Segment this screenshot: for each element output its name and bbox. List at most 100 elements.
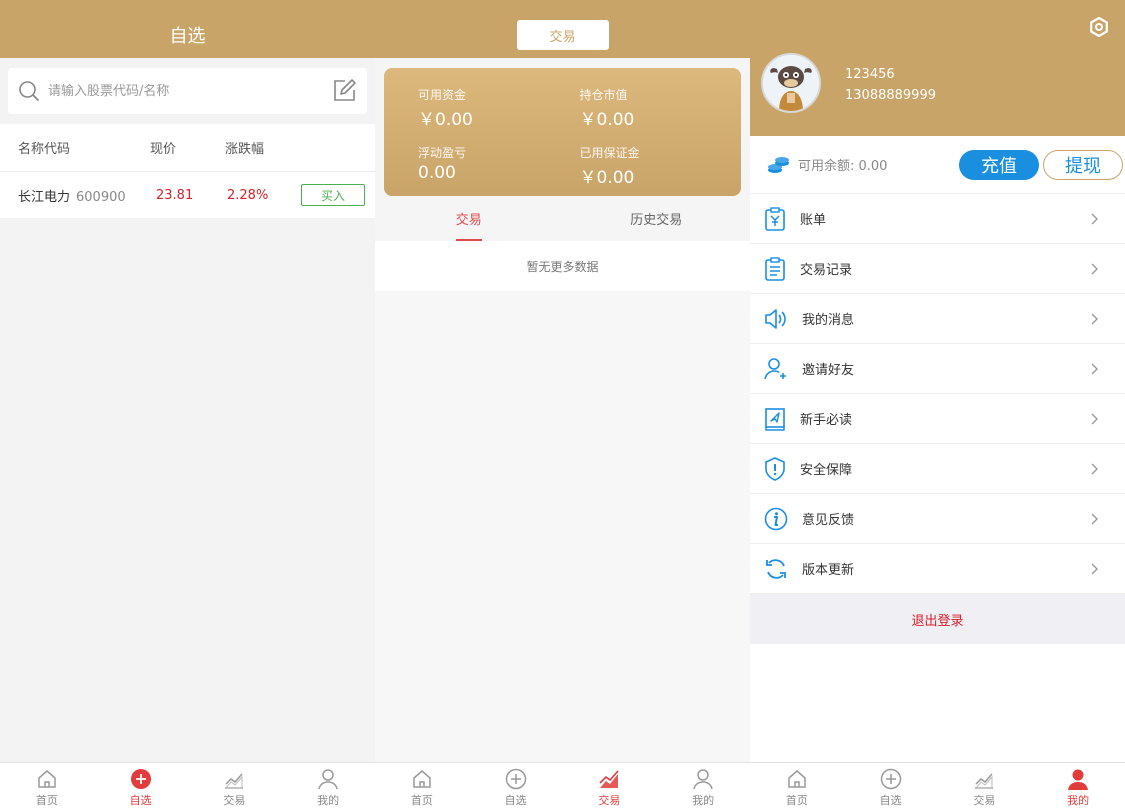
avatar[interactable] [761,53,821,113]
add-circle-icon [880,768,902,790]
menu-label: 交易记录 [800,263,853,278]
tab-watchlist[interactable]: 自选 [844,763,938,812]
tab-trade[interactable]: 交易 [563,763,657,812]
bottom-tab-bar: 首页 自选 交易 我的 [750,762,1125,812]
shield-icon [764,456,786,481]
tab-label: 自选 [504,794,527,807]
menu-item-beginner-guide[interactable]: 新手必读 [750,394,1125,444]
home-icon [786,768,808,790]
coins-icon [766,154,790,176]
stock-price: 23.81 [156,187,194,203]
asset-label: 持仓市值 [579,88,628,102]
asset-available-funds: 可用资金 ￥0.00 [418,86,580,138]
menu-label: 版本更新 [802,563,855,578]
logout-button[interactable]: 退出登录 [750,594,1125,644]
user-phone: 13088889999 [845,88,936,103]
chevron-right-icon [1091,263,1099,275]
tab-label: 交易 [223,794,246,807]
stock-name-code: 长江电力 600900 [18,186,153,205]
subtab-trade[interactable]: 交易 [375,196,563,241]
asset-value: ￥0.00 [418,110,473,130]
chevron-right-icon [1091,513,1099,525]
asset-value: ￥0.00 [579,110,635,130]
stock-name: 长江电力 [18,189,71,205]
chevron-right-icon [1091,563,1099,575]
add-circle-icon [130,768,152,790]
search-icon [18,80,40,102]
asset-value: ￥0.00 [579,168,635,188]
trade-subtabs: 交易 历史交易 [375,196,750,241]
menu-item-feedback[interactable]: 意见反馈 [750,494,1125,544]
buy-button[interactable]: 买入 [301,184,365,206]
trade-screen: 交易 可用资金 ￥0.00 持仓市值 ￥0.00 浮动盈亏 0.00 已用保证金 [375,0,750,812]
clipboard-icon [764,256,786,281]
asset-card-area: 可用资金 ￥0.00 持仓市值 ￥0.00 浮动盈亏 0.00 已用保证金 ￥0… [375,58,750,196]
menu-item-trade-records[interactable]: 交易记录 [750,244,1125,294]
tab-home[interactable]: 首页 [750,763,844,812]
tab-mine[interactable]: 我的 [1031,763,1125,812]
column-header-change: 涨跌幅 [225,142,265,157]
tab-label: 首页 [35,794,58,807]
menu-item-messages[interactable]: 我的消息 [750,294,1125,344]
bottom-tab-bar: 首页 自选 交易 我的 [0,762,375,812]
user-id: 123456 [845,67,895,82]
user-icon [1067,768,1089,790]
user-icon [692,768,714,790]
tab-watchlist[interactable]: 自选 [94,763,188,812]
tab-label: 自选 [879,794,902,807]
menu-item-security[interactable]: 安全保障 [750,444,1125,494]
tab-home[interactable]: 首页 [0,763,94,812]
menu-list: 账单 交易记录 我的消息 邀请好友 新手必读 安全保障 意见反馈 版本更新 [750,194,1125,594]
tab-label: 我的 [692,794,715,807]
tab-label: 首页 [410,794,433,807]
tab-mine[interactable]: 我的 [281,763,375,812]
asset-position-value: 持仓市值 ￥0.00 [580,86,742,138]
asset-label: 浮动盈亏 [418,146,467,160]
chart-icon [973,768,995,790]
tab-trade[interactable]: 交易 [188,763,282,812]
home-icon [411,768,433,790]
subtab-history[interactable]: 历史交易 [563,196,751,241]
tab-label: 交易 [598,794,621,807]
refresh-icon [764,557,788,581]
chevron-right-icon [1091,463,1099,475]
tab-home[interactable]: 首页 [375,763,469,812]
asset-floating-pnl: 浮动盈亏 0.00 [418,144,580,196]
menu-label: 新手必读 [800,413,853,428]
tab-trade-top[interactable]: 交易 [516,20,609,50]
recharge-button[interactable]: 充值 [959,149,1039,180]
search-input[interactable] [48,83,331,99]
empty-state: 暂无更多数据 [375,241,750,291]
bottom-tab-bar: 首页 自选 交易 我的 [375,762,750,812]
chevron-right-icon [1091,363,1099,375]
edit-icon[interactable] [331,78,357,104]
tab-label: 交易 [973,794,996,807]
menu-item-bill[interactable]: 账单 [750,194,1125,244]
settings-icon[interactable] [1089,17,1109,37]
tab-label: 我的 [1067,794,1090,807]
asset-value: 0.00 [418,163,456,183]
tab-mine[interactable]: 我的 [656,763,750,812]
withdraw-button[interactable]: 提现 [1043,149,1123,180]
stock-row[interactable]: 长江电力 600900 23.81 2.28% 买入 [0,172,375,218]
add-circle-icon [505,768,527,790]
page-title: 自选 [169,26,206,47]
chart-icon [223,768,245,790]
menu-label: 安全保障 [800,463,853,478]
watchlist-header: 自选 [0,0,375,58]
asset-used-margin: 已用保证金 ￥0.00 [580,144,742,196]
menu-item-invite-friends[interactable]: 邀请好友 [750,344,1125,394]
tab-watchlist[interactable]: 自选 [469,763,563,812]
info-icon [764,507,788,531]
stock-change: 2.28% [227,187,269,203]
tab-label: 首页 [785,794,808,807]
tab-label: 我的 [317,794,340,807]
speaker-icon [764,308,788,330]
user-info: 123456 13088889999 [845,64,936,106]
tab-trade[interactable]: 交易 [938,763,1032,812]
chevron-right-icon [1091,313,1099,325]
menu-item-version-update[interactable]: 版本更新 [750,544,1125,594]
profile-header: 123456 13088889999 [750,0,1125,136]
chart-icon [598,768,620,790]
column-header-name: 名称代码 [18,142,71,157]
